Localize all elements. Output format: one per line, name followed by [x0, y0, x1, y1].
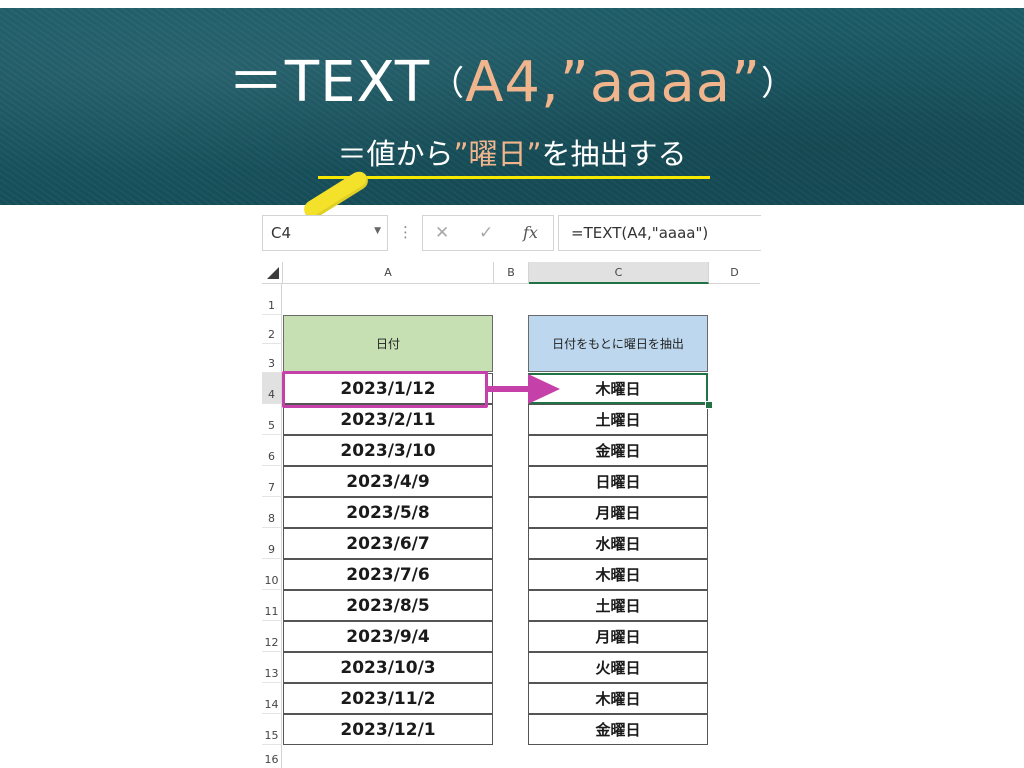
name-box[interactable]: C4 ▼ [262, 215, 388, 251]
date-cell[interactable]: 2023/5/8 [283, 497, 493, 528]
date-cell[interactable]: 2023/9/4 [283, 621, 493, 652]
row-divider [262, 496, 282, 497]
date-cell[interactable]: 2023/4/9 [283, 466, 493, 497]
row-header-10[interactable]: 10 [262, 559, 282, 589]
row-header-6[interactable]: 6 [262, 435, 282, 465]
weekday-column-header[interactable]: 日付をもとに曜日を抽出 [528, 315, 708, 372]
row-header-2[interactable]: 2 [262, 315, 282, 343]
formula-input[interactable]: =TEXT(A4,"aaaa") [558, 215, 761, 251]
row-divider [262, 651, 282, 652]
row-header-12[interactable]: 12 [262, 621, 282, 651]
date-cell[interactable]: 2023/12/1 [283, 714, 493, 745]
date-cell[interactable]: 2023/11/2 [283, 683, 493, 714]
select-all-icon [267, 267, 279, 279]
weekday-cell[interactable]: 日曜日 [528, 466, 708, 497]
formula-title: ＝TEXT（A4,”aaaa”） [227, 50, 797, 115]
row-header-16[interactable]: 16 [262, 745, 282, 768]
select-all-button[interactable] [262, 262, 283, 284]
date-cell[interactable]: 2023/10/3 [283, 652, 493, 683]
formula-arguments: A4,”aaaa” [465, 50, 762, 115]
more-options-icon[interactable]: ⋮ [398, 223, 413, 241]
formula-subtitle: ＝値から”曜日”を抽出する [337, 137, 687, 171]
weekday-cell[interactable]: 金曜日 [528, 714, 708, 745]
date-column-header[interactable]: 日付 [283, 315, 493, 372]
weekday-cell[interactable]: 月曜日 [528, 497, 708, 528]
row-header-11[interactable]: 11 [262, 590, 282, 620]
date-cell[interactable]: 2023/7/6 [283, 559, 493, 590]
cancel-icon[interactable]: ✕ [435, 223, 449, 243]
date-cell[interactable]: 2023/2/11 [283, 404, 493, 435]
row-divider [262, 713, 282, 714]
row-divider [262, 372, 282, 373]
formula-bar: C4 ▼ ⋮ ✕ ✓ fx =TEXT(A4,"aaaa") [262, 215, 761, 251]
row-header-5[interactable]: 5 [262, 404, 282, 434]
column-header-d[interactable]: D [709, 262, 760, 284]
date-cell[interactable]: 2023/3/10 [283, 435, 493, 466]
row-divider [262, 744, 282, 745]
fill-handle[interactable] [705, 401, 713, 409]
row-header-1[interactable]: 1 [262, 284, 282, 314]
row-header-15[interactable]: 15 [262, 714, 282, 744]
row-divider [262, 314, 282, 315]
column-header-a[interactable]: A [283, 262, 494, 284]
chevron-down-icon[interactable]: ▼ [374, 226, 381, 236]
row-divider [262, 465, 282, 466]
weekday-cell[interactable]: 金曜日 [528, 435, 708, 466]
row-header-8[interactable]: 8 [262, 497, 282, 527]
weekday-cell[interactable]: 木曜日 [528, 559, 708, 590]
weekday-cell[interactable]: 木曜日 [528, 683, 708, 714]
subtitle-highlight: ”曜日” [453, 137, 542, 171]
row-divider [262, 620, 282, 621]
row-header-13[interactable]: 13 [262, 652, 282, 682]
row-divider [262, 527, 282, 528]
insert-function-icon[interactable]: fx [523, 223, 538, 242]
arrow-head-icon [528, 374, 560, 404]
source-cell-highlight [282, 371, 488, 408]
column-header-b[interactable]: B [494, 262, 529, 284]
row-divider [262, 434, 282, 435]
row-header-3[interactable]: 3 [262, 344, 282, 372]
row-header-14[interactable]: 14 [262, 683, 282, 713]
formula-buttons: ✕ ✓ fx [422, 215, 554, 251]
enter-icon[interactable]: ✓ [479, 223, 493, 243]
subtitle-underline [318, 176, 710, 179]
row-header-9[interactable]: 9 [262, 528, 282, 558]
arrow-right-icon [488, 386, 532, 392]
weekday-cell[interactable]: 水曜日 [528, 528, 708, 559]
row-divider [262, 558, 282, 559]
date-cell[interactable]: 2023/6/7 [283, 528, 493, 559]
row-header-7[interactable]: 7 [262, 466, 282, 496]
date-cell[interactable]: 2023/8/5 [283, 590, 493, 621]
column-header-c[interactable]: C [529, 262, 709, 284]
row-header-4[interactable]: 4 [262, 373, 282, 403]
weekday-cell[interactable]: 火曜日 [528, 652, 708, 683]
weekday-cell[interactable]: 月曜日 [528, 621, 708, 652]
name-box-value: C4 [271, 224, 292, 242]
weekday-cell[interactable]: 土曜日 [528, 404, 708, 435]
row-divider [262, 589, 282, 590]
row-divider [262, 682, 282, 683]
formula-text: =TEXT(A4,"aaaa") [571, 224, 709, 242]
title-banner: ＝TEXT（A4,”aaaa”） ＝値から”曜日”を抽出する [0, 8, 1024, 205]
row-divider [262, 343, 282, 344]
weekday-cell[interactable]: 土曜日 [528, 590, 708, 621]
row-divider [262, 403, 282, 404]
